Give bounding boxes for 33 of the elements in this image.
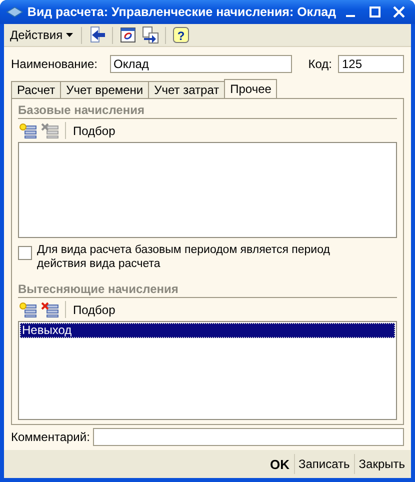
app-icon	[6, 6, 24, 18]
caret-icon	[66, 33, 73, 38]
name-field[interactable]: Оклад	[110, 55, 292, 74]
group-heading: Вытесняющие начисления	[18, 282, 397, 298]
minimize-icon	[346, 14, 355, 17]
add-row-icon[interactable]	[18, 122, 38, 140]
transfer-icon[interactable]	[140, 25, 160, 46]
checkbox[interactable]	[18, 246, 32, 260]
maximize-icon	[368, 6, 381, 18]
window-title: Вид расчета: Управленческие начисления: Оклад	[27, 4, 336, 19]
comment-field[interactable]	[92, 428, 404, 446]
tab[interactable]: Учет времени	[60, 81, 150, 98]
group-heading: Базовые начисления	[18, 103, 397, 120]
code-label: Код:	[308, 57, 332, 72]
tab[interactable]: Прочее	[224, 79, 278, 98]
actions-menu[interactable]: Действия	[7, 28, 76, 42]
list-row[interactable]: Невыход	[20, 323, 395, 338]
code-field[interactable]: 125	[338, 55, 404, 74]
help-icon[interactable]: ?	[170, 25, 191, 46]
dialog-button[interactable]: OK	[266, 456, 294, 472]
pick-button[interactable]: Подбор	[71, 124, 118, 138]
tab[interactable]: Учет затрат	[148, 81, 226, 98]
pick-button[interactable]: Подбор	[71, 302, 118, 317]
comment-label: Комментарий:	[11, 430, 90, 444]
checkbox-label: Для вида расчета базовым периодом является период действия вида расчета	[37, 243, 331, 272]
close-icon	[392, 6, 405, 18]
refresh-icon[interactable]	[118, 25, 138, 46]
tab[interactable]: Расчет	[11, 81, 62, 98]
dialog-button[interactable]: Закрыть	[354, 457, 409, 472]
add-row-icon[interactable]	[18, 300, 38, 319]
dialog-button[interactable]: Записать	[294, 457, 354, 472]
name-label: Наименование:	[11, 57, 98, 72]
delete-row-icon[interactable]	[40, 300, 60, 319]
